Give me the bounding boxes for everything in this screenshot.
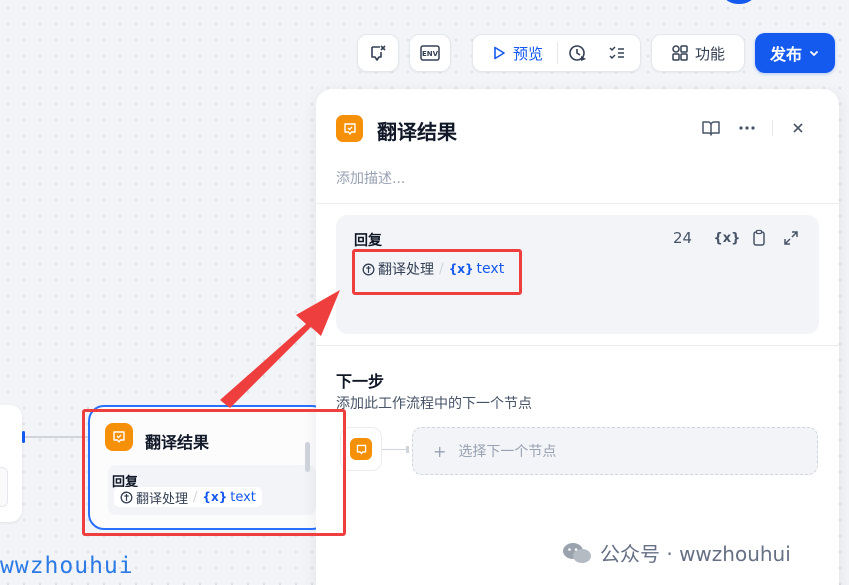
annotation-arrow-icon — [220, 290, 340, 408]
watermark-right: 公众号 · wwzhouhui — [562, 538, 791, 567]
watermark-left: wwzhouhui — [0, 553, 134, 579]
watermark-right-text: 公众号 · wwzhouhui — [600, 542, 791, 566]
wechat-icon — [563, 542, 591, 563]
